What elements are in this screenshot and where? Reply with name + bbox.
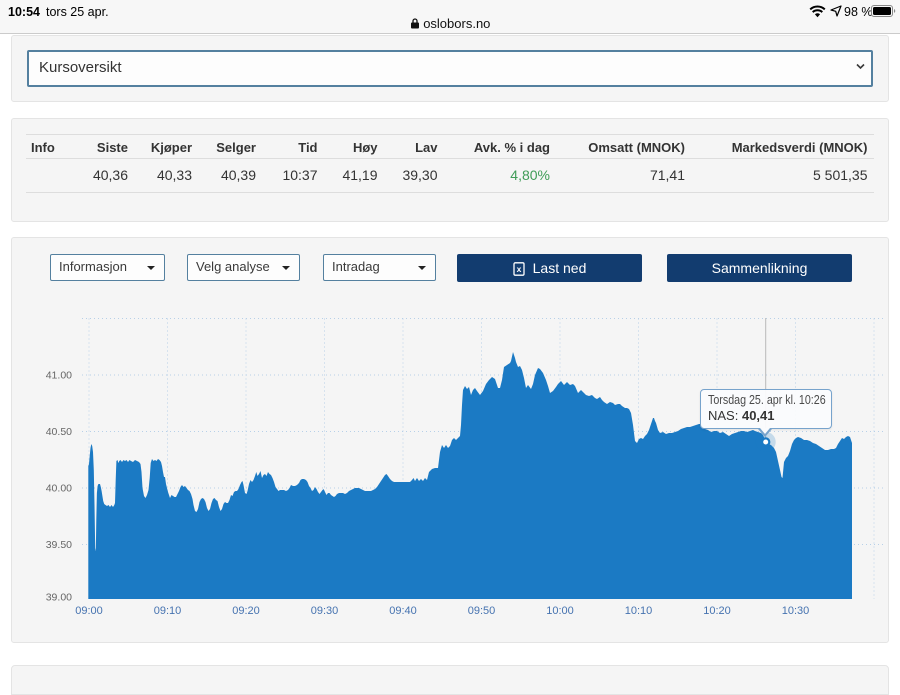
svg-text:x: x [516,264,521,274]
